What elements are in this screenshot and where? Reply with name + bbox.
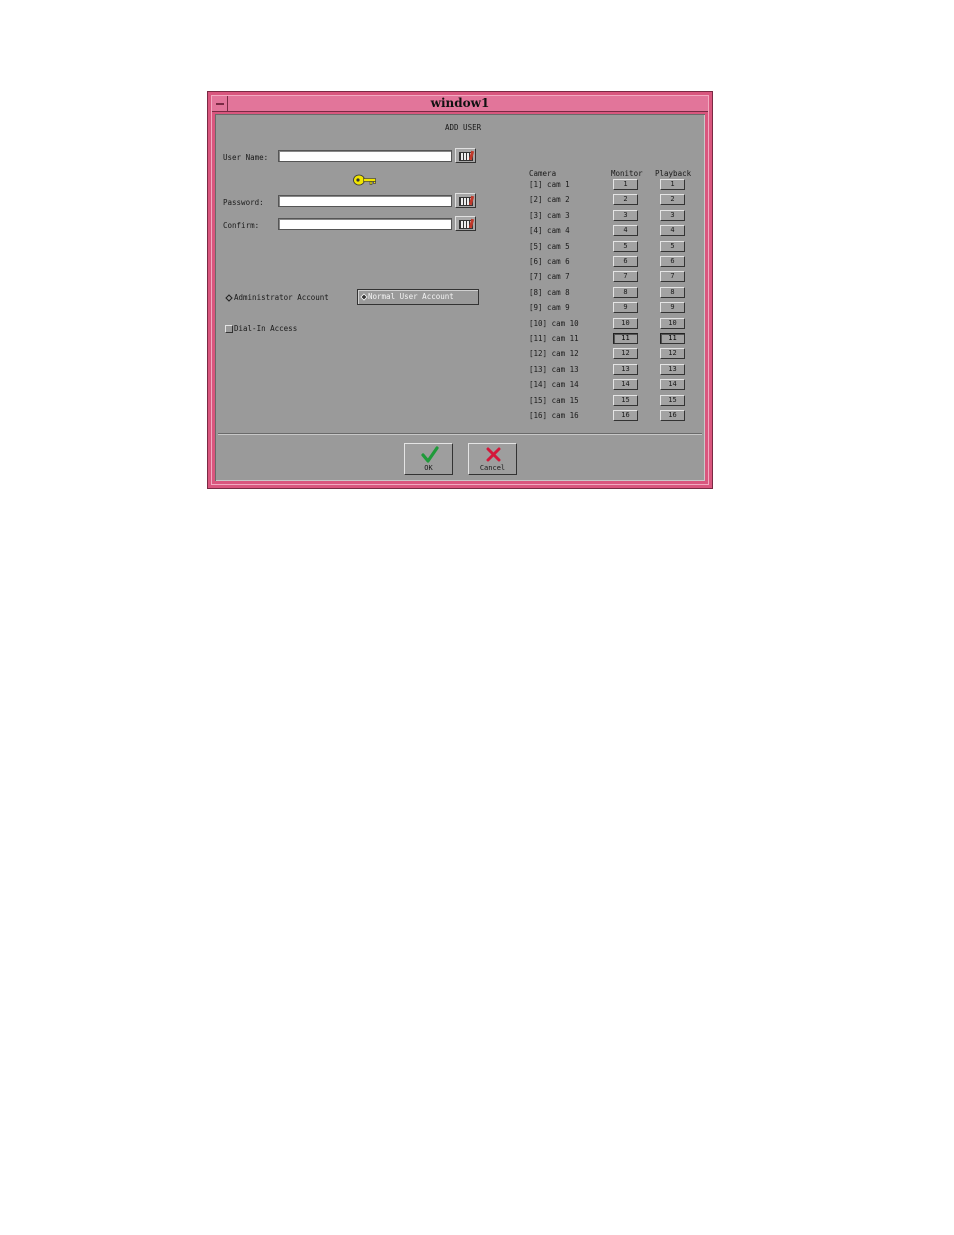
- camera-row-label: [8] cam 8: [529, 287, 570, 297]
- playback-toggle-button[interactable]: 5: [660, 240, 685, 252]
- camera-row-label: [11] cam 11: [529, 334, 579, 343]
- checkmark-icon: [421, 446, 439, 463]
- monitor-toggle-button[interactable]: 7: [613, 271, 638, 283]
- add-user-window: window1 ADD USER User Name: Password: Co…: [207, 91, 713, 489]
- playback-toggle-button[interactable]: 15: [660, 394, 685, 406]
- radio-diamond-selected-icon: [360, 293, 368, 301]
- playback-toggle-button[interactable]: 7: [660, 271, 685, 283]
- playback-toggle-button[interactable]: 6: [660, 256, 685, 267]
- camera-column-header: Camera: [529, 169, 557, 178]
- camera-row-label: [14] cam 14: [529, 380, 579, 390]
- monitor-toggle-button[interactable]: 9: [613, 302, 638, 314]
- monitor-toggle-button[interactable]: 1: [613, 179, 638, 190]
- monitor-toggle-button[interactable]: 15: [613, 394, 638, 406]
- playback-toggle-button[interactable]: 13: [660, 363, 685, 375]
- camera-row-label: [7] cam 7: [529, 272, 570, 282]
- monitor-toggle-button[interactable]: 6: [613, 256, 638, 267]
- monitor-toggle-button[interactable]: 5: [613, 240, 638, 252]
- playback-toggle-button[interactable]: 9: [660, 302, 685, 314]
- playback-column-header: Playback: [655, 169, 692, 178]
- normal-account-radio[interactable]: Normal User Account: [357, 289, 479, 305]
- confirm-label: Confirm:: [223, 221, 260, 230]
- playback-toggle-button[interactable]: 2: [660, 194, 685, 206]
- camera-row-label: [6] cam 6: [529, 257, 570, 266]
- playback-toggle-button[interactable]: 11: [660, 333, 685, 344]
- password-label: Password:: [223, 198, 264, 207]
- camera-row-label: [12] cam 12: [529, 349, 579, 359]
- camera-row-label: [3] cam 3: [529, 210, 570, 220]
- window-title: window1: [430, 96, 490, 110]
- camera-row-label: [5] cam 5: [529, 241, 570, 251]
- playback-toggle-button[interactable]: 4: [660, 225, 685, 237]
- monitor-toggle-button[interactable]: 4: [613, 225, 638, 237]
- camera-row-label: [4] cam 4: [529, 226, 570, 236]
- playback-toggle-button[interactable]: 3: [660, 209, 685, 221]
- cross-icon: [486, 447, 501, 462]
- key-icon: [353, 174, 376, 186]
- monitor-toggle-button[interactable]: 16: [613, 410, 638, 421]
- confirm-input[interactable]: [278, 218, 452, 230]
- camera-row-label: [16] cam 16: [529, 411, 579, 420]
- password-input[interactable]: [278, 195, 452, 207]
- camera-row-label: [2] cam 2: [529, 195, 570, 205]
- cancel-label: Cancel: [479, 464, 506, 472]
- dialog-body: ADD USER User Name: Password: Confirm: A…: [215, 114, 705, 481]
- monitor-toggle-button[interactable]: 8: [613, 286, 638, 298]
- playback-toggle-button[interactable]: 16: [660, 410, 685, 421]
- dialog-heading: ADD USER: [445, 123, 482, 132]
- playback-toggle-button[interactable]: 14: [660, 379, 685, 391]
- camera-row-label: [9] cam 9: [529, 303, 570, 313]
- cancel-button[interactable]: Cancel: [468, 443, 517, 475]
- checkbox-box: [225, 325, 233, 333]
- button-separator: [218, 433, 702, 435]
- monitor-toggle-button[interactable]: 12: [613, 348, 638, 360]
- dialin-label: Dial-In Access: [234, 324, 298, 333]
- username-keyboard-button[interactable]: [455, 148, 476, 163]
- username-label: User Name:: [223, 153, 269, 162]
- ok-button[interactable]: OK: [404, 443, 453, 475]
- playback-toggle-button[interactable]: 1: [660, 179, 685, 190]
- radio-diamond-icon: [225, 294, 233, 302]
- username-input[interactable]: [278, 150, 452, 162]
- playback-toggle-button[interactable]: 10: [660, 317, 685, 329]
- monitor-toggle-button[interactable]: 3: [613, 209, 638, 221]
- password-keyboard-button[interactable]: [455, 193, 476, 208]
- monitor-toggle-button[interactable]: 11: [613, 333, 638, 344]
- ok-label: OK: [424, 464, 433, 472]
- normal-account-label: Normal User Account: [368, 292, 454, 301]
- playback-toggle-button[interactable]: 12: [660, 348, 685, 360]
- confirm-keyboard-button[interactable]: [455, 216, 476, 231]
- title-bar[interactable]: window1: [212, 96, 708, 112]
- camera-row-label: [15] cam 15: [529, 395, 579, 405]
- monitor-toggle-button[interactable]: 13: [613, 363, 638, 375]
- playback-toggle-button[interactable]: 8: [660, 286, 685, 298]
- camera-row-label: [1] cam 1: [529, 180, 570, 189]
- monitor-toggle-button[interactable]: 2: [613, 194, 638, 206]
- camera-row-label: [10] cam 10: [529, 318, 579, 328]
- camera-row-label: [13] cam 13: [529, 364, 579, 374]
- monitor-toggle-button[interactable]: 14: [613, 379, 638, 391]
- monitor-toggle-button[interactable]: 10: [613, 317, 638, 329]
- admin-account-label: Administrator Account: [234, 293, 329, 302]
- monitor-column-header: Monitor: [611, 169, 643, 178]
